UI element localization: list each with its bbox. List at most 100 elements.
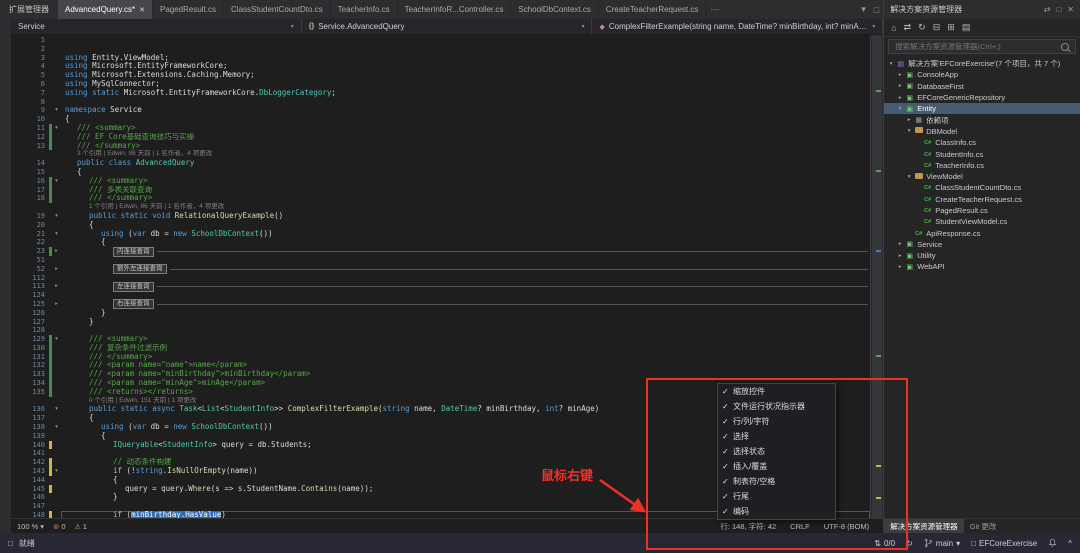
fold-arrow-icon[interactable]: ▸ xyxy=(52,300,61,309)
code-line[interactable]: 3 个引用 | Edwin, 86 天前 | 1 名作者，4 项更改 xyxy=(11,150,870,159)
line-number[interactable]: 135 xyxy=(11,388,49,397)
line-number[interactable]: 146 xyxy=(11,493,49,502)
line-number[interactable]: 51 xyxy=(11,256,49,265)
line-content[interactable]: using Microsoft.EntityFrameworkCore; xyxy=(61,62,870,71)
tree-item[interactable]: ▸ 依赖项 xyxy=(884,114,1080,125)
line-content[interactable]: using Entity.ViewModel; xyxy=(61,54,870,63)
line-number[interactable]: 18 xyxy=(11,194,49,203)
document-tab[interactable]: CreateTeacherRequest.cs xyxy=(599,0,707,19)
line-content[interactable]: /// <summary> xyxy=(61,124,870,133)
line-content[interactable]: public static void RelationalQueryExampl… xyxy=(61,212,870,221)
line-content[interactable]: /// 复杂条件过滤示例 xyxy=(61,344,870,353)
panel-tab[interactable]: Git 更改 xyxy=(964,519,1003,533)
fold-arrow-icon[interactable]: ▾ xyxy=(52,467,61,476)
tree-item[interactable]: CreateTeacherRequest.cs xyxy=(884,194,1080,205)
solution-search-box[interactable] xyxy=(888,39,1076,54)
context-menu-item[interactable]: ✓ 插入/覆盖 xyxy=(718,459,835,474)
line-number[interactable]: 113 xyxy=(11,282,49,291)
line-number[interactable]: 8 xyxy=(11,98,49,107)
code-line[interactable]: 12 /// EF Core基础查询技巧与实操 xyxy=(11,132,870,142)
line-number[interactable]: 3 xyxy=(11,54,49,63)
expander-icon[interactable]: ▸ xyxy=(896,95,904,101)
status-segment[interactable]: CRLF xyxy=(790,522,810,531)
line-content[interactable]: /// EF Core基础查询技巧与实操 xyxy=(61,133,870,142)
context-menu-item[interactable]: ✓ 选择 xyxy=(718,429,835,444)
close-icon[interactable] xyxy=(1067,5,1074,14)
expander-icon[interactable]: ▸ xyxy=(896,241,904,247)
expand-status-bar-icon[interactable] xyxy=(1068,539,1072,548)
code-line[interactable]: 1 个引用 | Edwin, 86 天前 | 1 名作者，4 项更改 xyxy=(11,203,870,212)
line-number[interactable]: 1 xyxy=(11,36,49,45)
line-content[interactable]: 内连接查询 xyxy=(61,246,870,257)
fold-arrow-icon[interactable]: ▾ xyxy=(52,124,61,133)
line-number[interactable]: 141 xyxy=(11,449,49,458)
line-number[interactable]: 127 xyxy=(11,318,49,327)
line-number[interactable]: 15 xyxy=(11,168,49,177)
line-content[interactable]: /// <param name="minBirthday">minBirthda… xyxy=(61,370,870,379)
expander-icon[interactable]: ▸ xyxy=(905,117,913,123)
code-line[interactable]: 15 { xyxy=(11,168,870,177)
context-menu-item[interactable]: ✓ 缩放控件 xyxy=(718,384,835,399)
codelens-info[interactable]: 0 个引用 | Edwin, 151 天前 | 1 项更改 xyxy=(89,397,196,406)
code-line[interactable]: 7 using static Microsoft.EntityFrameworkC… xyxy=(11,89,870,98)
line-content[interactable]: /// </summary> xyxy=(61,194,870,203)
document-tab[interactable]: TeacherInfo.cs xyxy=(331,0,398,19)
tree-item[interactable]: ▸ DatabaseFirst xyxy=(884,81,1080,92)
code-line[interactable]: 8 xyxy=(11,98,870,107)
status-segment[interactable]: 行: 148, 字符: 42 xyxy=(720,521,776,532)
code-line[interactable]: 14 public class AdvancedQuery xyxy=(11,159,870,168)
line-content[interactable]: 3 个引用 | Edwin, 86 天前 | 1 名作者，4 项更改 xyxy=(61,150,870,159)
line-number[interactable]: 142 xyxy=(11,458,49,467)
fold-arrow-icon[interactable]: ▾ xyxy=(52,212,61,221)
expander-icon[interactable]: ▾ xyxy=(905,174,913,180)
sync-commits[interactable]: 0/0 xyxy=(874,539,895,548)
line-number[interactable]: 4 xyxy=(11,62,49,71)
codelens-info[interactable]: 1 个引用 | Edwin, 86 天前 | 1 名作者，4 项更改 xyxy=(89,203,224,212)
float-window-icon[interactable] xyxy=(1056,5,1061,14)
line-number[interactable]: 139 xyxy=(11,432,49,441)
line-content[interactable]: using MySqlConnector; xyxy=(61,80,870,89)
line-number[interactable]: 148 xyxy=(11,511,49,518)
fold-arrow-icon[interactable]: ▸ xyxy=(52,265,61,274)
chevron-down-icon[interactable] xyxy=(857,0,870,19)
line-number[interactable]: 21 xyxy=(11,230,49,239)
expander-icon[interactable]: ▾ xyxy=(896,106,904,112)
line-number[interactable]: 2 xyxy=(11,45,49,54)
line-content[interactable]: 左连接查询 xyxy=(61,281,870,292)
line-number[interactable]: 9 xyxy=(11,106,49,115)
active-solution[interactable]: EFCoreExercise xyxy=(971,539,1037,548)
line-number[interactable]: 5 xyxy=(11,71,49,80)
line-number[interactable]: 126 xyxy=(11,309,49,318)
error-count[interactable]: 0 xyxy=(53,522,65,531)
line-content[interactable]: using (var db = new SchoolDbContext()) xyxy=(61,230,870,239)
line-content[interactable]: using Microsoft.Extensions.Caching.Memor… xyxy=(61,71,870,80)
line-number[interactable]: 132 xyxy=(11,361,49,370)
code-line[interactable]: 130 /// 复杂条件过滤示例 xyxy=(11,343,870,353)
line-number[interactable]: 138 xyxy=(11,423,49,432)
tree-item[interactable]: ▾ ViewModel xyxy=(884,171,1080,182)
line-number[interactable]: 147 xyxy=(11,502,49,511)
codelens-info[interactable]: 3 个引用 | Edwin, 86 天前 | 1 名作者，4 项更改 xyxy=(77,150,212,159)
code-line[interactable]: 13 /// </summary> xyxy=(11,141,870,151)
code-line[interactable]: 19 ▾ public static void RelationalQueryExa… xyxy=(11,212,870,221)
tree-item[interactable]: TeacherInfo.cs xyxy=(884,160,1080,171)
code-line[interactable]: 127} xyxy=(11,318,870,327)
line-number[interactable]: 23 xyxy=(11,247,49,256)
tree-item[interactable]: ClassInfo.cs xyxy=(884,137,1080,148)
fold-arrow-icon[interactable]: ▾ xyxy=(52,177,61,186)
line-content[interactable]: /// </summary> xyxy=(61,353,870,362)
line-content[interactable]: /// </summary> xyxy=(61,142,870,151)
code-line[interactable]: 132 /// <param name="name">name</param> xyxy=(11,361,870,371)
tree-item[interactable]: PagedResult.cs xyxy=(884,205,1080,216)
tree-item[interactable]: ▸ ConsoleApp xyxy=(884,69,1080,80)
line-content[interactable]: 额外左连接查询 xyxy=(61,264,870,275)
code-line[interactable]: 113 ▸ 左连接查询 xyxy=(11,281,870,292)
code-line[interactable]: 129 ▾ /// <summary> xyxy=(11,335,870,344)
code-line[interactable]: 3 using Entity.ViewModel; xyxy=(11,54,870,63)
code-line[interactable]: 16 ▾ /// <summary> xyxy=(11,176,870,186)
breadcrumb-segment[interactable]: Service.AdvancedQuery xyxy=(302,19,593,34)
sidebar-tab-extension-manager[interactable]: 扩展管理器 xyxy=(0,0,58,19)
line-number[interactable]: 12 xyxy=(11,133,49,142)
line-content[interactable]: { xyxy=(61,168,870,177)
code-line[interactable]: 20 { xyxy=(11,221,870,230)
